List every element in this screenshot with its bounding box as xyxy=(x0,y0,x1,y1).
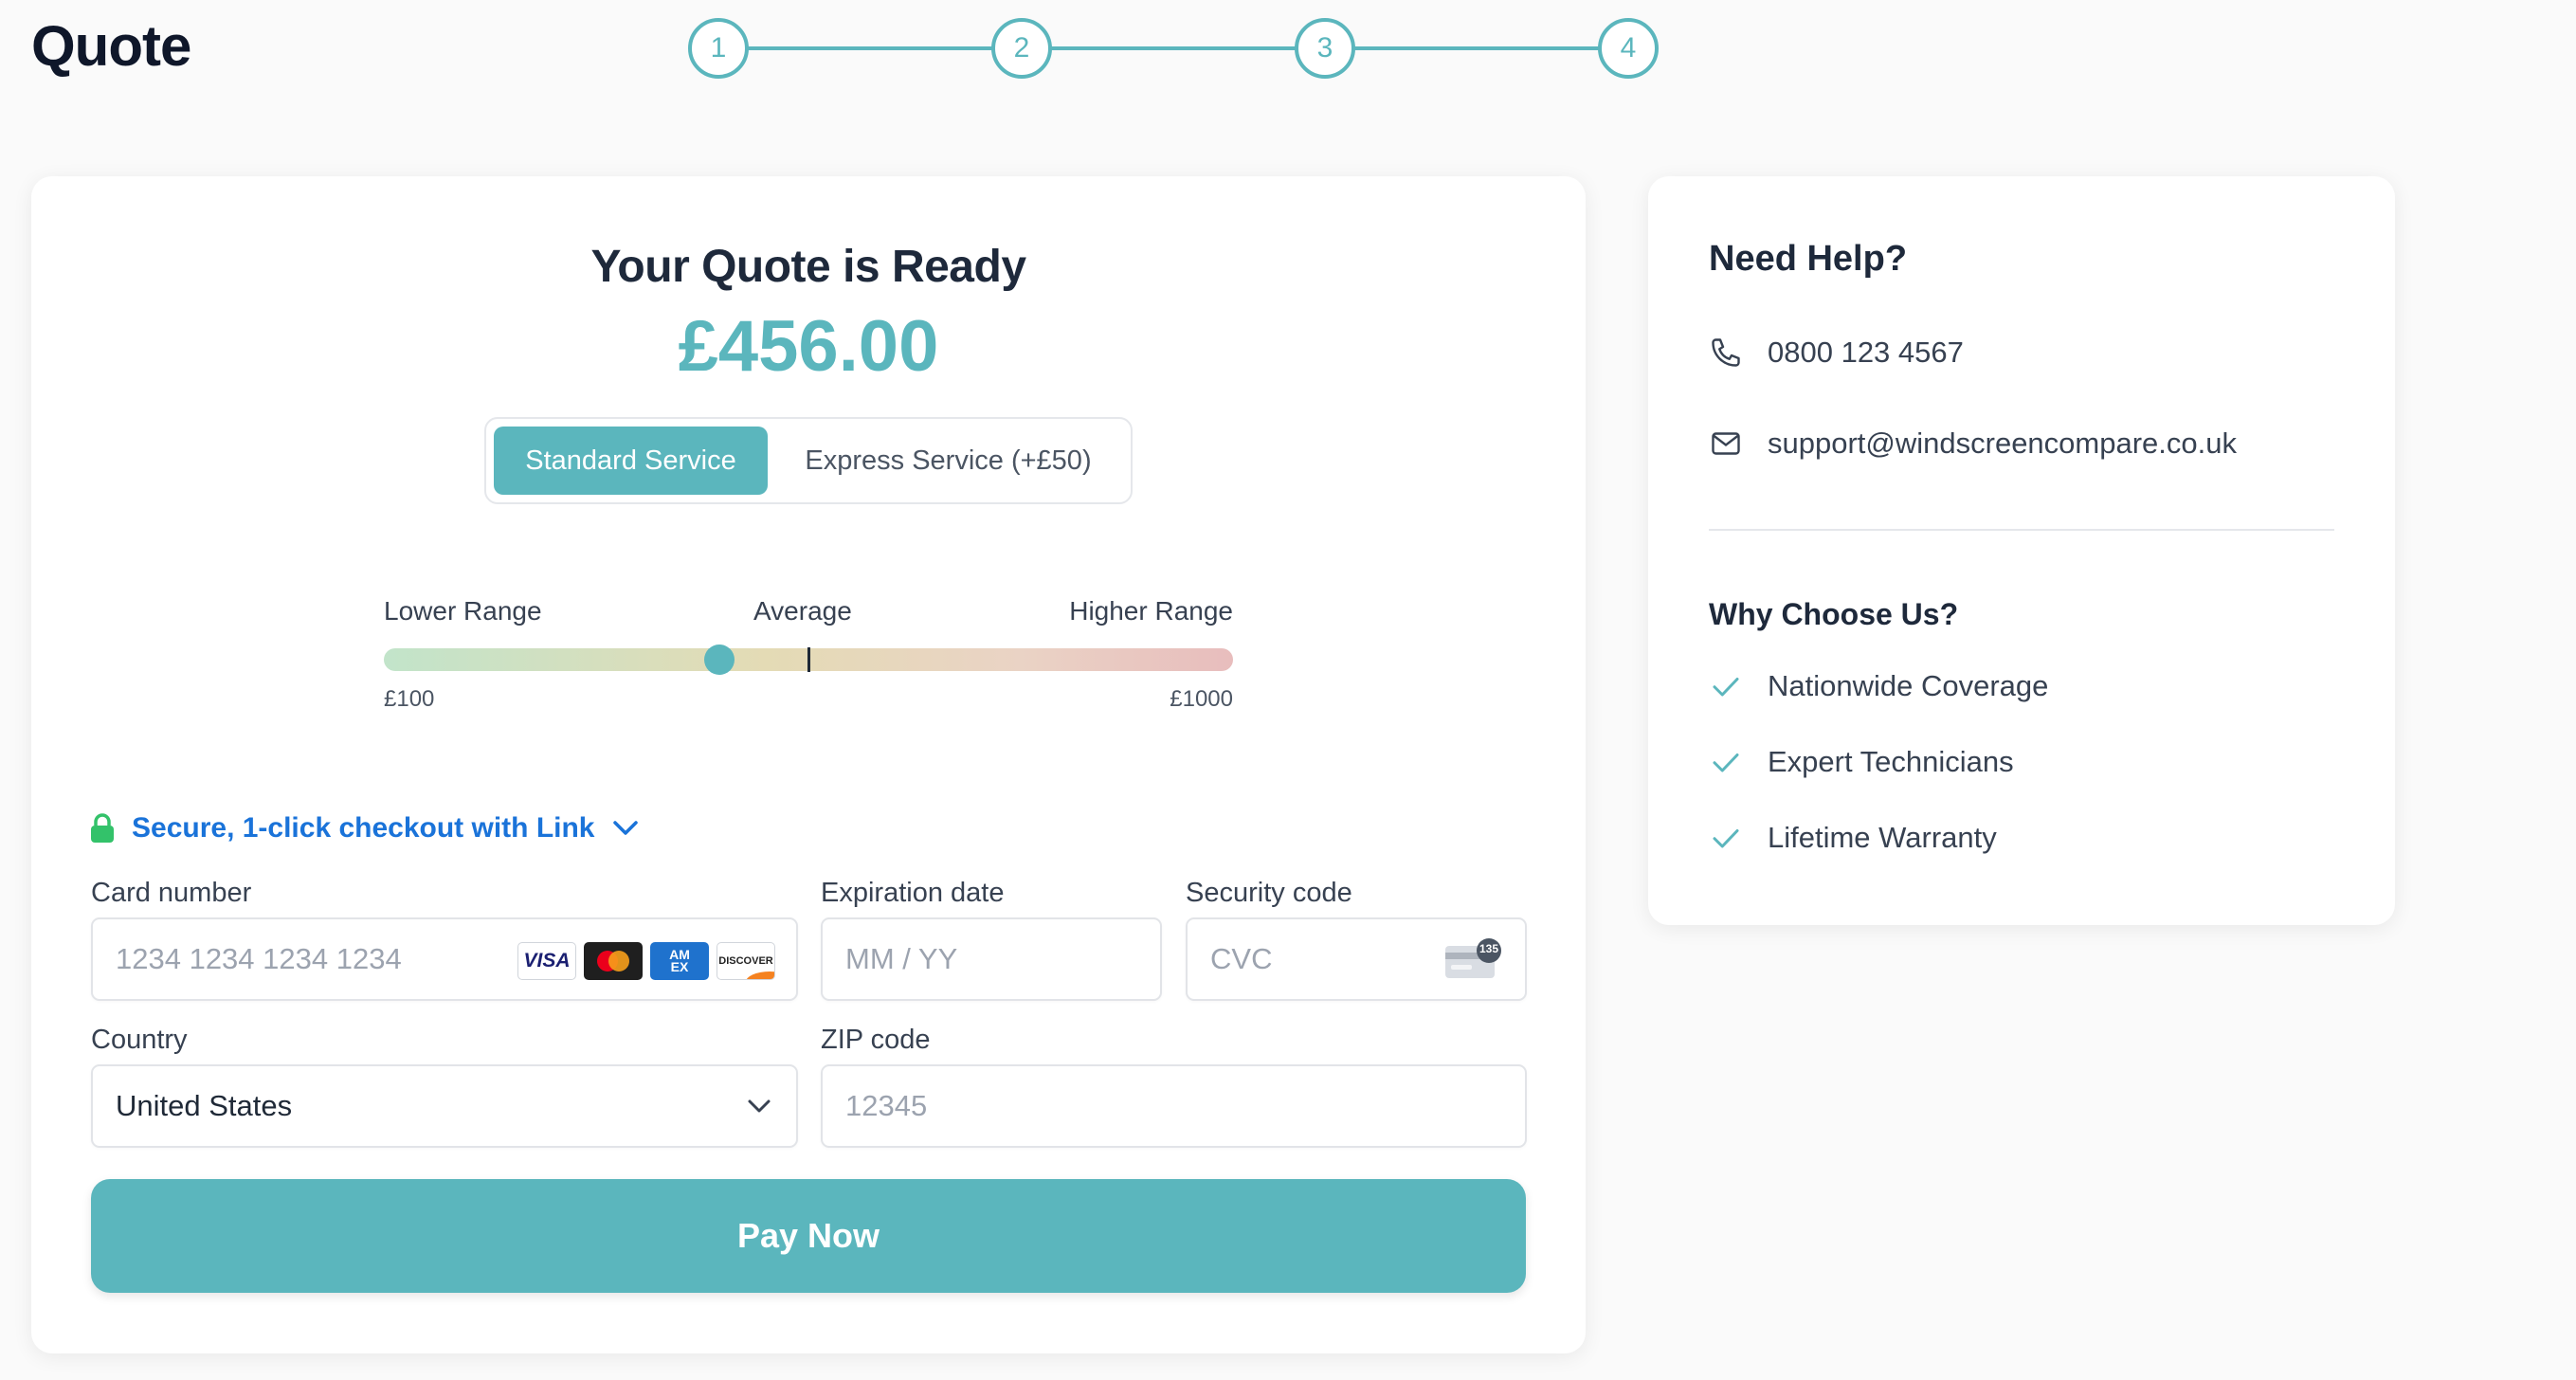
standard-service-button[interactable]: Standard Service xyxy=(494,427,768,495)
card-number-input[interactable]: 1234 1234 1234 1234 VISA AM EX DISCOVER xyxy=(91,917,798,1001)
average-marker xyxy=(807,647,810,672)
express-service-button[interactable]: Express Service (+£50) xyxy=(775,427,1121,495)
security-code-placeholder: CVC xyxy=(1210,942,1273,975)
range-min: £100 xyxy=(384,686,435,712)
pay-now-button[interactable]: Pay Now xyxy=(91,1179,1526,1293)
step-3[interactable]: 3 xyxy=(1295,18,1355,79)
range-max: £1000 xyxy=(1170,686,1233,712)
stepper-line xyxy=(1351,46,1609,50)
page-title: Quote xyxy=(31,14,191,78)
why-choose-title: Why Choose Us? xyxy=(1709,597,1959,631)
quote-position-marker xyxy=(703,645,735,675)
chevron-down-icon xyxy=(612,820,639,837)
mail-icon xyxy=(1709,427,1743,461)
quote-heading: Your Quote is Ready xyxy=(590,242,1026,292)
reason-item: Lifetime Warranty xyxy=(1709,821,1997,855)
average-label: Average xyxy=(753,596,852,626)
cvc-card-icon: 135 xyxy=(1443,938,1502,980)
discover-text: DISCOVER xyxy=(718,955,773,967)
divider xyxy=(1709,529,2334,531)
progress-stepper: 1 2 3 4 xyxy=(688,18,1660,79)
expiry-placeholder: MM / YY xyxy=(845,942,958,975)
stepper-line xyxy=(1048,46,1306,50)
cvc-badge: 135 xyxy=(1478,942,1499,955)
discover-icon: DISCOVER xyxy=(717,942,775,980)
amex-bottom-text: EX xyxy=(670,959,689,974)
card-brand-logos: VISA AM EX DISCOVER xyxy=(517,942,775,980)
expiry-input[interactable]: MM / YY xyxy=(821,917,1162,1001)
price-range-bar xyxy=(384,645,1233,675)
quote-card: Your Quote is Ready £456.00 Standard Ser… xyxy=(31,176,1586,1353)
help-card: Need Help? 0800 123 4567 support@windscr… xyxy=(1648,176,2395,925)
quote-price: £456.00 xyxy=(678,306,939,387)
phone-number: 0800 123 4567 xyxy=(1768,336,1964,369)
help-title: Need Help? xyxy=(1709,239,1908,279)
card-number-label: Card number xyxy=(91,878,252,908)
step-4[interactable]: 4 xyxy=(1598,18,1659,79)
zip-input[interactable]: 12345 xyxy=(821,1064,1527,1148)
amex-icon: AM EX xyxy=(650,942,709,980)
country-label: Country xyxy=(91,1025,188,1055)
step-2[interactable]: 2 xyxy=(991,18,1052,79)
reason-item: Nationwide Coverage xyxy=(1709,669,2048,703)
phone-icon xyxy=(1709,336,1743,370)
price-range-labels: Lower Range Average Higher Range xyxy=(384,596,1233,634)
card-number-placeholder: 1234 1234 1234 1234 xyxy=(116,942,402,975)
lower-range-label: Lower Range xyxy=(384,596,542,626)
chevron-down-icon xyxy=(747,1099,771,1114)
reason-text: Nationwide Coverage xyxy=(1768,669,2049,702)
security-code-input[interactable]: CVC 135 xyxy=(1186,917,1527,1001)
check-icon xyxy=(1709,745,1743,779)
step-1[interactable]: 1 xyxy=(688,18,749,79)
expiry-label: Expiration date xyxy=(821,878,1005,908)
country-select[interactable]: United States xyxy=(91,1064,798,1148)
visa-icon: VISA xyxy=(517,942,576,980)
email-contact[interactable]: support@windscreencompare.co.uk xyxy=(1709,427,2237,461)
email-address: support@windscreencompare.co.uk xyxy=(1768,427,2237,460)
check-icon xyxy=(1709,669,1743,703)
reason-item: Expert Technicians xyxy=(1709,745,2014,779)
check-icon xyxy=(1709,821,1743,855)
zip-label: ZIP code xyxy=(821,1025,931,1055)
lock-icon xyxy=(90,813,115,844)
service-toggle: Standard Service Express Service (+£50) xyxy=(484,417,1133,504)
zip-placeholder: 12345 xyxy=(845,1089,928,1122)
higher-range-label: Higher Range xyxy=(1069,596,1233,626)
reason-text: Expert Technicians xyxy=(1768,745,2014,778)
stepper-line xyxy=(745,46,1003,50)
country-value: United States xyxy=(116,1089,293,1122)
reason-text: Lifetime Warranty xyxy=(1768,821,1997,854)
security-code-label: Security code xyxy=(1186,878,1352,908)
phone-contact[interactable]: 0800 123 4567 xyxy=(1709,336,1964,370)
mastercard-icon xyxy=(584,942,643,980)
link-checkout-text: Secure, 1-click checkout with Link xyxy=(132,812,595,844)
link-checkout-toggle[interactable]: Secure, 1-click checkout with Link xyxy=(90,808,639,849)
